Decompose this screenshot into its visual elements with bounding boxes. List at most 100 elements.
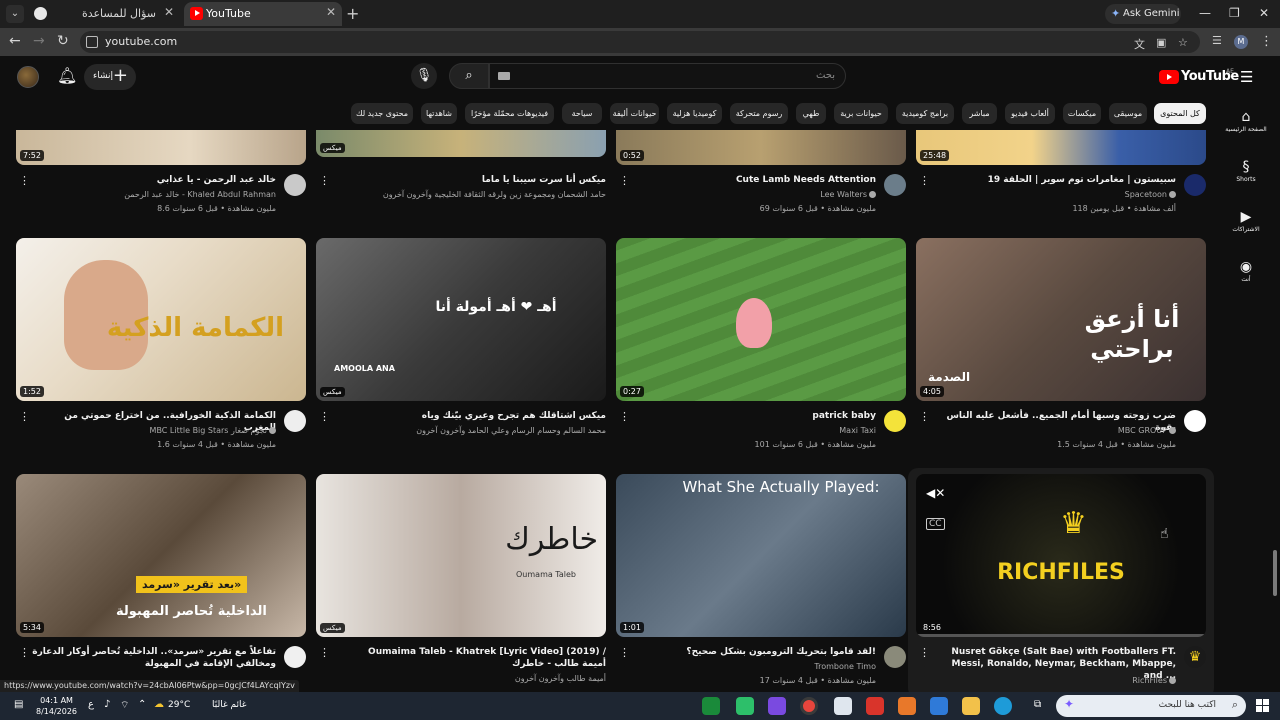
mute-icon[interactable]: ◀︎✕ — [926, 486, 945, 500]
guide-subscriptions[interactable]: ▶︎ الاشتراكات — [1222, 208, 1270, 233]
more-actions-icon[interactable]: ⋮ — [19, 410, 30, 423]
weather-description[interactable]: غائم غالبًا — [212, 700, 246, 710]
channel-name[interactable]: MBC GROUP — [1118, 426, 1176, 435]
video-title[interactable]: سبيستون | مغامرات توم سوير | الحلقة 19 — [932, 174, 1176, 186]
back-icon[interactable]: ← — [9, 34, 21, 48]
site-info-icon[interactable] — [86, 36, 98, 48]
more-actions-icon[interactable]: ⋮ — [319, 410, 330, 423]
channel-avatar[interactable] — [884, 410, 906, 432]
more-actions-icon[interactable]: ⋮ — [919, 646, 930, 659]
channel-name[interactable]: Trombone Timo — [814, 662, 876, 671]
windows-start-icon[interactable] — [1256, 699, 1270, 713]
chip[interactable]: فيديوهات محمّلة مؤخرًا — [465, 103, 554, 124]
guide-shorts[interactable]: § Shorts — [1222, 158, 1270, 183]
taskbar-search-box[interactable]: ✦ اكتب هنا للبحث ⌕ — [1056, 695, 1246, 717]
ask-gemini-button[interactable]: ✦ Ask Gemini — [1105, 4, 1181, 24]
channel-name[interactable]: Maxi Taxi — [839, 426, 876, 435]
account-avatar[interactable] — [17, 66, 39, 88]
channel-name[interactable]: خالد عبد الرحمن - Khaled Abdul Rahman — [124, 190, 276, 199]
tab-close-icon[interactable]: ✕ — [164, 5, 174, 19]
channel-avatar[interactable] — [284, 410, 306, 432]
weather-icon[interactable]: ☁︎ — [154, 699, 164, 710]
taskbar-app-icon[interactable] — [768, 697, 786, 715]
install-app-icon[interactable]: ▣ — [1156, 36, 1166, 49]
guide-menu-icon[interactable]: ☰ — [1240, 68, 1253, 86]
reload-icon[interactable]: ↻ — [57, 34, 69, 48]
more-actions-icon[interactable]: ⋮ — [19, 174, 30, 187]
taskbar-app-icon[interactable] — [702, 697, 720, 715]
channel-avatar[interactable]: ♛ — [1184, 646, 1206, 668]
more-actions-icon[interactable]: ⋮ — [919, 410, 930, 423]
weather-temperature[interactable]: 29°C — [168, 700, 190, 710]
channel-avatar[interactable] — [884, 174, 906, 196]
media-controls-icon[interactable]: ☰ — [1212, 34, 1222, 47]
volume-icon[interactable]: ♪ — [104, 699, 110, 710]
more-actions-icon[interactable]: ⋮ — [319, 646, 330, 659]
bookmark-star-icon[interactable]: ☆ — [1178, 36, 1188, 49]
video-title[interactable]: لقد قاموا بتحريك الترومبون بشكل صحيح؟! — [632, 646, 876, 658]
close-window-icon[interactable]: ✕ — [1259, 6, 1269, 20]
channel-avatar[interactable] — [284, 646, 306, 668]
channel-name[interactable]: RichFiles — [1132, 676, 1176, 685]
video-title[interactable]: تفاعلاً مع تقرير «سرمد».. الداخلية تُحاص… — [32, 646, 276, 670]
chip[interactable]: ميكسات — [1063, 103, 1101, 124]
search-input[interactable]: بحث — [489, 63, 846, 89]
translate-icon[interactable]: 文 — [1134, 36, 1145, 52]
video-thumbnail[interactable]: الكمامة الذكية 1:52 — [16, 238, 306, 401]
tab-youtube[interactable]: YouTube ✕ — [184, 2, 342, 26]
video-thumbnail[interactable]: 25:48 — [916, 130, 1206, 165]
video-thumbnail[interactable]: أهـ ❤ أهـ أمولة أنا AMOOLA ANA ميكس — [316, 238, 606, 401]
voice-search-icon[interactable]: 🎙︎ — [411, 63, 437, 89]
show-hidden-icons-chevron-icon[interactable]: ⌃ — [138, 699, 146, 710]
chip[interactable]: شاهدتها — [421, 103, 457, 124]
page-scrollbar[interactable] — [1270, 56, 1280, 692]
chip[interactable]: رسوم متحركة — [730, 103, 788, 124]
video-thumbnail[interactable]: 0:27 — [616, 238, 906, 401]
forward-icon[interactable]: → — [33, 34, 45, 48]
browser-menu-icon[interactable]: ⋮ — [1260, 34, 1273, 49]
chrome-taskbar-icon[interactable] — [800, 697, 818, 715]
video-preview-player[interactable]: ◀︎✕ CC ♛ RICHFILES 8:56 — [916, 474, 1206, 637]
video-thumbnail[interactable]: أنا أزعق براحتي الصدمة 4:05 — [916, 238, 1206, 401]
chip[interactable]: حيوانات برية — [834, 103, 888, 124]
profile-avatar[interactable]: M — [1234, 35, 1248, 49]
channel-name[interactable]: Lee Walters — [820, 190, 876, 199]
chip[interactable]: طهي — [796, 103, 826, 124]
taskbar-app-icon[interactable] — [930, 697, 948, 715]
channel-name[interactable]: Spacetoon — [1125, 190, 1176, 199]
chip[interactable]: ألعاب فيديو — [1005, 103, 1055, 124]
channel-avatar[interactable] — [1184, 174, 1206, 196]
video-title[interactable]: خالد عبد الرحمن - يا عذابي — [32, 174, 276, 186]
taskbar-app-icon[interactable] — [834, 697, 852, 715]
restore-icon[interactable]: ❐ — [1229, 6, 1240, 20]
more-actions-icon[interactable]: ⋮ — [19, 646, 30, 659]
file-explorer-icon[interactable] — [962, 697, 980, 715]
video-title[interactable]: ميكس اشتاقلك هم تجرح وعيري بيّنك وياه — [362, 410, 606, 422]
channel-name[interactable]: أميمة طالب وآخرون آخرون — [515, 674, 606, 683]
video-thumbnail[interactable]: 0:52 — [616, 130, 906, 165]
new-tab-button[interactable]: + — [346, 4, 359, 23]
tab-help[interactable]: سؤال للمساعدة ✕ — [28, 2, 180, 26]
channel-name[interactable]: محمد السالم وحسام الرسام وعلي الحامد وآخ… — [416, 426, 606, 435]
video-title[interactable]: Cute Lamb Needs Attention — [632, 174, 876, 186]
notifications-icon[interactable]: ▤ — [14, 699, 23, 710]
more-actions-icon[interactable]: ⋮ — [619, 174, 630, 187]
task-view-icon[interactable]: ⧉ — [1034, 699, 1041, 710]
chip[interactable]: حيوانات أليفة — [610, 103, 659, 124]
channel-name[interactable]: حامد الشحمان ومجموعة زين ولرقه الثقافة ا… — [383, 190, 606, 199]
taskbar-app-icon[interactable] — [898, 697, 916, 715]
network-icon[interactable]: ⌔ — [120, 699, 129, 712]
chip[interactable]: كوميديا هزلية — [667, 103, 722, 124]
video-thumbnail[interactable]: بعد تقرير «سرمد» الداخلية تُحاصر المهبول… — [16, 474, 306, 637]
scrollbar-thumb[interactable] — [1273, 550, 1277, 596]
captions-icon[interactable]: CC — [926, 518, 945, 530]
guide-home[interactable]: ⌂ الصفحة الرئيسية — [1222, 108, 1270, 133]
video-thumbnail[interactable]: ميكس — [316, 130, 606, 157]
video-thumbnail[interactable]: خاطرك Oumama Taleb ميكس — [316, 474, 606, 637]
channel-avatar[interactable] — [1184, 410, 1206, 432]
video-thumbnail[interactable]: 7:52 — [16, 130, 306, 165]
chip-all[interactable]: كل المحتوى — [1154, 103, 1206, 124]
guide-you[interactable]: ◉ أنت — [1222, 258, 1270, 283]
channel-name[interactable]: MBC Little Big Stars نجوم صغار — [150, 426, 276, 435]
video-title[interactable]: Oumaima Taleb - Khatrek [Lyric Video] (2… — [362, 646, 606, 670]
